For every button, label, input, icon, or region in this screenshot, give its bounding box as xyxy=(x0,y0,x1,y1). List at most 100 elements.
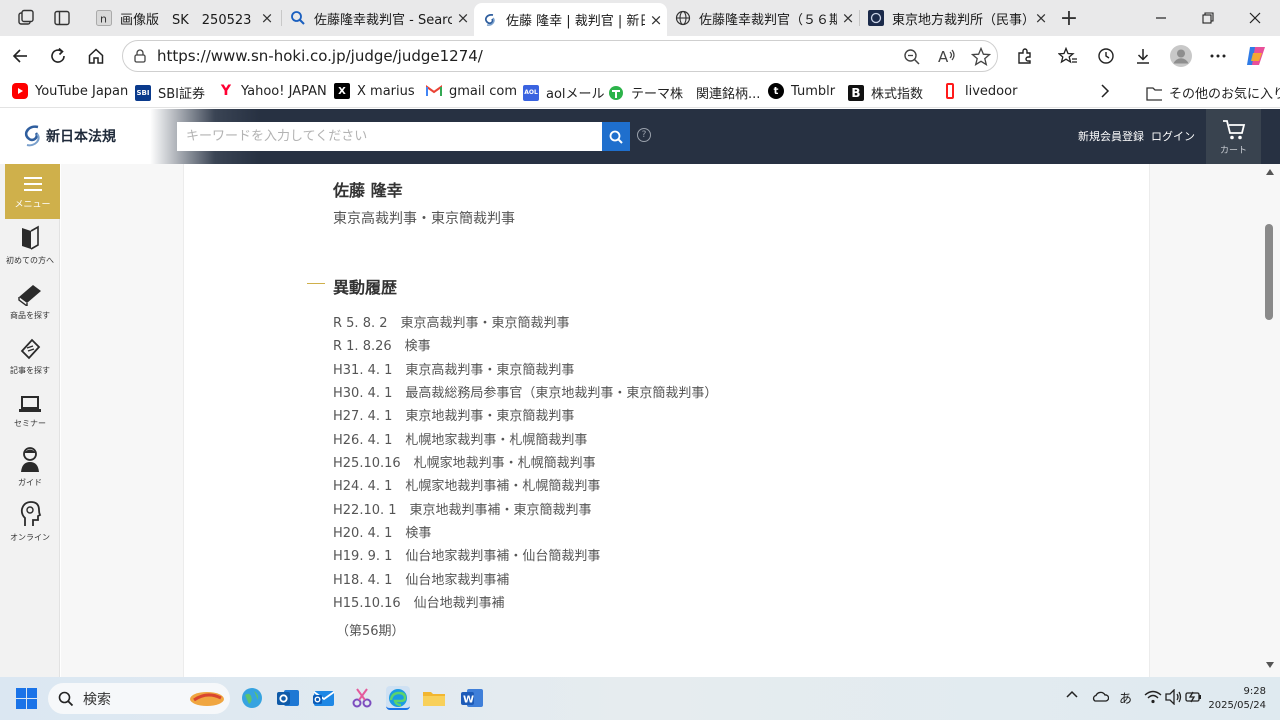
favorite-tumblr[interactable]: t Tumblr xyxy=(768,83,835,99)
kabutan-icon xyxy=(608,85,624,101)
address-bar[interactable]: https://www.sn-hoki.co.jp/judge/judge127… xyxy=(122,40,998,72)
favorites-overflow-button[interactable] xyxy=(1100,84,1110,98)
minimize-button[interactable] xyxy=(1138,6,1184,30)
menu-button[interactable]: メニュー xyxy=(5,164,60,219)
home-button[interactable] xyxy=(83,44,109,68)
youtube-icon xyxy=(12,83,28,99)
copilot-icon xyxy=(1244,44,1268,68)
site-search-input[interactable] xyxy=(177,122,602,151)
tab-close-icon[interactable]: × xyxy=(1030,9,1052,27)
mail-icon[interactable] xyxy=(312,686,336,710)
favorite-star-icon[interactable] xyxy=(971,47,991,67)
tab-2[interactable]: 佐藤隆幸裁判官 - Search × xyxy=(282,4,474,32)
history-item: H19. 9. 1 仙台地家裁判事補・仙台簡裁判事 xyxy=(333,549,601,565)
cart-icon xyxy=(1222,119,1246,141)
favorite-yahoo[interactable]: Y Yahoo! JAPAN xyxy=(218,83,327,99)
aol-icon: AOL xyxy=(523,84,539,101)
site-header: 新日本法規 ? 新規会員登録 ログイン カート xyxy=(0,109,1280,164)
sidebar-item-beginners[interactable]: 初めての方へ xyxy=(0,225,60,266)
sidebar-item-online[interactable]: オンライン xyxy=(0,500,60,543)
tab-close-icon[interactable]: × xyxy=(452,9,474,27)
sidebar-item-label: セミナー xyxy=(14,419,46,428)
history-button[interactable] xyxy=(1093,44,1119,68)
wifi-icon[interactable] xyxy=(1144,690,1162,704)
sidebar-item-articles[interactable]: 記事を探す xyxy=(0,337,60,376)
back-button[interactable] xyxy=(7,44,33,68)
history-item: H15.10.16 仙台地裁判事補 xyxy=(333,595,505,611)
favorite-youtube[interactable]: YouTube Japan xyxy=(12,83,128,99)
extensions-icon xyxy=(1016,47,1034,65)
logo-text: 新日本法規 xyxy=(46,129,116,145)
widgets-globe-icon[interactable] xyxy=(240,686,264,710)
downloads-button[interactable] xyxy=(1130,44,1156,68)
url-text[interactable]: https://www.sn-hoki.co.jp/judge/judge127… xyxy=(157,47,483,65)
zoom-icon[interactable] xyxy=(903,48,921,66)
tab-close-icon[interactable]: × xyxy=(837,9,859,27)
site-info-icon[interactable] xyxy=(132,48,148,64)
refresh-button[interactable] xyxy=(45,44,71,68)
settings-more-button[interactable] xyxy=(1205,44,1231,68)
tab-1[interactable]: n 画像版 SK 250523 × xyxy=(88,4,278,32)
taskbar-search-label: 検索 xyxy=(83,691,111,708)
favorite-label: テーマ株 関連銘柄... xyxy=(631,87,761,102)
sidebar-item-products[interactable]: 商品を探す xyxy=(0,282,60,321)
favorite-gmail[interactable]: gmail com xyxy=(426,83,517,99)
online-head-icon xyxy=(18,500,42,528)
extensions-button[interactable] xyxy=(1012,44,1038,68)
register-link[interactable]: 新規会員登録 xyxy=(1078,128,1144,144)
restore-button[interactable] xyxy=(1185,6,1231,30)
cart-button[interactable]: カート xyxy=(1206,109,1261,164)
workspaces-icon[interactable] xyxy=(16,8,36,28)
tab-5[interactable]: 東京地方裁判所（民事） × xyxy=(860,4,1052,32)
book-icon xyxy=(19,225,41,251)
windows-start-icon[interactable] xyxy=(16,688,38,710)
copilot-button[interactable] xyxy=(1243,44,1269,68)
taskbar-clock[interactable]: 9:28 2025/05/24 xyxy=(1208,685,1266,713)
tray-overflow-icon[interactable] xyxy=(1066,689,1078,699)
scroll-up-icon[interactable] xyxy=(1265,168,1275,176)
site-search-button[interactable] xyxy=(602,122,630,151)
onedrive-icon[interactable] xyxy=(1091,690,1109,702)
tab-4[interactable]: 佐藤隆幸裁判官（５６期） × xyxy=(667,4,859,32)
sidebar-item-guide[interactable]: ガイド xyxy=(0,445,60,488)
outlook-icon[interactable] xyxy=(276,686,300,710)
favorite-livedoor[interactable]: livedoor xyxy=(942,83,1017,99)
close-icon xyxy=(1249,12,1261,24)
site-logo[interactable]: 新日本法規 xyxy=(20,123,116,149)
favorite-label: YouTube Japan xyxy=(35,83,129,99)
file-explorer-icon[interactable] xyxy=(422,686,446,710)
favorite-aol[interactable]: AOL aolメール xyxy=(523,83,605,102)
word-icon[interactable]: W xyxy=(460,686,484,710)
favorite-sbi[interactable]: SBI SBI証券 xyxy=(135,83,205,102)
tab-close-icon[interactable]: × xyxy=(256,9,278,27)
read-aloud-icon[interactable]: A xyxy=(937,47,957,65)
product-book-icon xyxy=(17,282,43,306)
judicial-term: （第56期） xyxy=(336,624,405,639)
edge-browser-icon[interactable] xyxy=(386,686,410,710)
battery-plugged-icon[interactable] xyxy=(1185,689,1203,705)
search-icon xyxy=(58,691,74,707)
favorite-theme-stock[interactable]: テーマ株 関連銘柄... xyxy=(608,83,760,102)
sidebar-item-seminar[interactable]: セミナー xyxy=(0,394,60,429)
profile-button[interactable] xyxy=(1168,44,1194,68)
favorite-x[interactable]: X X marius xyxy=(334,83,415,99)
favorite-stock-index[interactable]: B 株式指数 xyxy=(848,83,923,102)
favorite-label: 株式指数 xyxy=(871,87,924,102)
favorites-list-icon xyxy=(1058,47,1078,65)
history-list: R 5. 8. 2 東京高裁判事・東京簡裁判事 R 1. 8.26 検事 H31… xyxy=(333,316,717,619)
tab-3-active[interactable]: 佐藤 隆幸 | 裁判官 | 新日本法規 × xyxy=(474,3,667,36)
favorites-button[interactable] xyxy=(1055,44,1081,68)
other-favorites-button[interactable]: その他のお気に入り xyxy=(1146,83,1280,102)
ime-indicator[interactable]: あ xyxy=(1119,688,1132,707)
search-help-icon[interactable]: ? xyxy=(637,128,651,142)
login-link[interactable]: ログイン xyxy=(1151,128,1195,144)
tab-actions-icon[interactable] xyxy=(52,8,72,28)
tab-close-icon[interactable]: × xyxy=(645,11,667,29)
volume-icon[interactable] xyxy=(1165,689,1183,705)
close-window-button[interactable] xyxy=(1232,6,1278,30)
snipping-tool-icon[interactable] xyxy=(350,686,374,710)
taskbar-search-box[interactable]: 検索 xyxy=(48,683,230,714)
scroll-down-icon[interactable] xyxy=(1265,661,1275,669)
scrollbar-thumb[interactable] xyxy=(1265,224,1273,320)
new-tab-button[interactable]: + xyxy=(1052,6,1086,31)
